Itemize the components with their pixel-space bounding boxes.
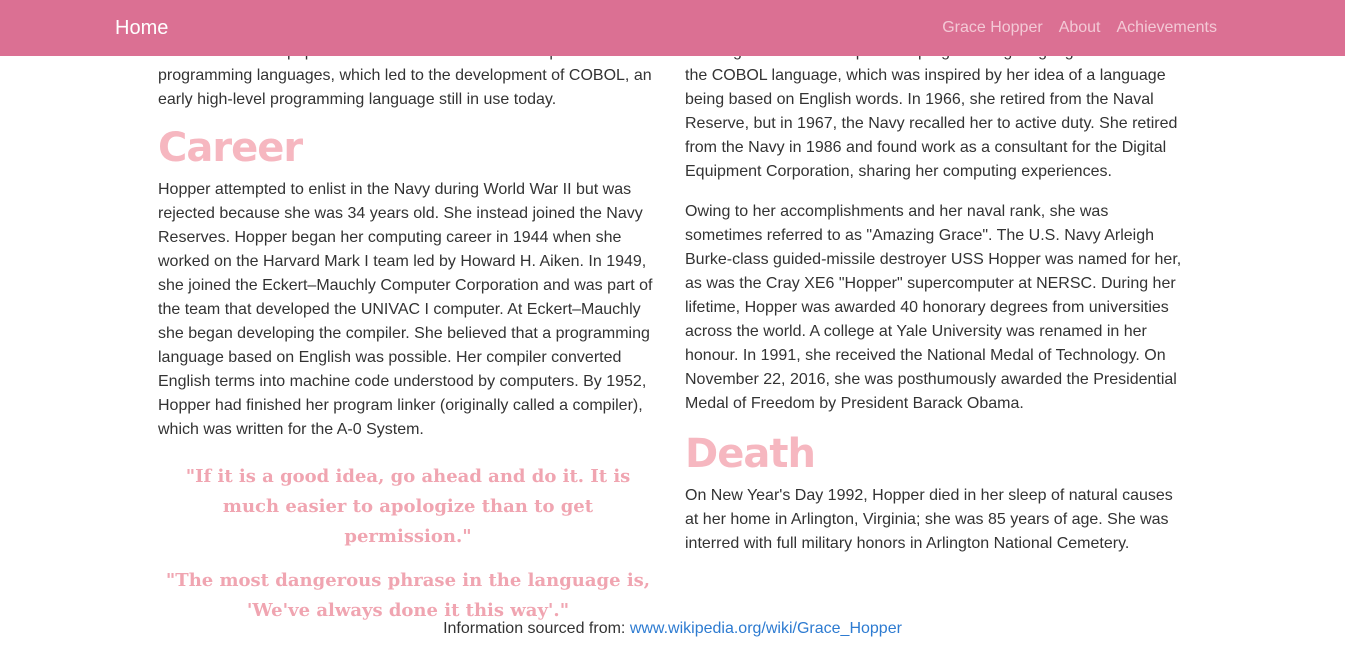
source-link[interactable]: www.wikipedia.org/wiki/Grace_Hopper (630, 620, 902, 637)
quote-good-idea: "If it is a good idea, go ahead and do i… (185, 466, 631, 547)
nav-links: Grace Hopper About Achievements (942, 18, 1217, 38)
left-column: related tools. She popularised the idea … (158, 40, 658, 640)
source-note: Information sourced from: www.wikipedia.… (0, 618, 1345, 640)
amazing-grace-paragraph: Owing to her accomplishments and her nav… (685, 203, 1182, 412)
nav-link-achievements[interactable]: Achievements (1117, 18, 1218, 38)
main-content: related tools. She popularised the idea … (0, 0, 1345, 657)
nav-link-grace-hopper[interactable]: Grace Hopper (942, 18, 1043, 38)
source-label: Information sourced from: (443, 620, 626, 637)
intro-line-3: early high-level programming language st… (158, 91, 557, 108)
right-column: creating a machine-independent programmi… (685, 40, 1185, 572)
achievements-paragraph-tail: creating a machine-independent programmi… (685, 40, 1185, 184)
career-heading: Career (158, 125, 303, 171)
death-paragraph: On New Year's Day 1992, Hopper died in h… (685, 487, 1173, 552)
page: related tools. She popularised the idea … (0, 0, 1345, 657)
intro-line-2: programming languages, which led to the … (158, 67, 652, 84)
death-heading: Death (685, 431, 816, 477)
quote-dangerous-phrase: "The most dangerous phrase in the langua… (165, 570, 651, 621)
achievements-line-rest: the COBOL language, which was inspired b… (685, 67, 1178, 180)
navbar: Home Grace Hopper About Achievements (0, 0, 1345, 56)
career-paragraph: Hopper attempted to enlist in the Navy d… (158, 181, 653, 438)
nav-link-about[interactable]: About (1059, 18, 1101, 38)
home-link[interactable]: Home (115, 16, 168, 40)
